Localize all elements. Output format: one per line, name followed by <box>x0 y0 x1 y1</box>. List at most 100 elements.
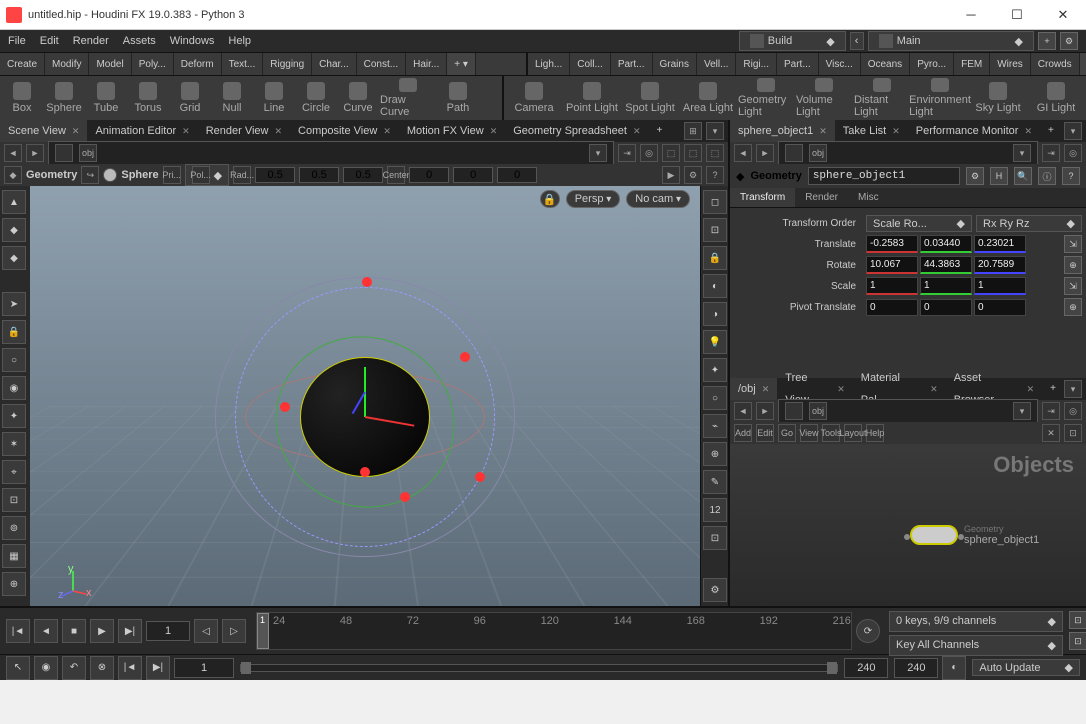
net-menu-edit[interactable]: Edit <box>756 424 774 442</box>
shelf-tool[interactable]: Path <box>438 78 478 118</box>
menu-assets[interactable]: Assets <box>123 35 156 47</box>
shelf-tab[interactable]: Create <box>0 53 45 75</box>
display-opt-icon[interactable]: ○ <box>703 386 727 410</box>
tab-animation-editor[interactable]: Animation Editor✕ <box>87 120 197 142</box>
sz-field[interactable] <box>974 277 1026 295</box>
pane-menu-icon[interactable]: ▾ <box>706 122 724 140</box>
menu-windows[interactable]: Windows <box>170 35 215 47</box>
shelf-tool[interactable]: Torus <box>128 78 168 118</box>
net-menu-view[interactable]: View <box>800 424 818 442</box>
tab-add[interactable]: + <box>1042 378 1064 400</box>
close-button[interactable]: ✕ <box>1040 0 1086 30</box>
ty-field[interactable] <box>920 235 972 253</box>
shelf-tool[interactable]: Area Light <box>680 78 736 118</box>
shelf-tool[interactable]: Draw Curve <box>380 78 436 118</box>
target-icon[interactable]: ◎ <box>1064 402 1082 420</box>
pz-field[interactable] <box>974 299 1026 316</box>
range-start-field[interactable] <box>174 658 234 678</box>
sx-field[interactable] <box>866 277 918 295</box>
gear-icon[interactable]: ⚙ <box>966 167 984 185</box>
display-opt-icon[interactable]: ✦ <box>703 358 727 382</box>
tz-field[interactable] <box>974 235 1026 253</box>
parm-extra-icon[interactable]: ⇲ <box>1064 235 1082 253</box>
center-z[interactable] <box>497 167 537 183</box>
desktop-left[interactable]: Build◆ <box>739 31 846 51</box>
handle-icon[interactable]: ◆ <box>2 246 26 270</box>
timeline-ruler[interactable]: 1 24487296120144168192216 <box>256 612 852 650</box>
parm-extra-icon[interactable]: ⊕ <box>1064 256 1082 274</box>
viewer-path[interactable]: obj▾ <box>48 141 614 165</box>
parm-extra-icon[interactable]: ⇲ <box>1064 277 1082 295</box>
display-opt-icon[interactable]: ◻ <box>703 190 727 214</box>
parm-folder-render[interactable]: Render <box>795 188 848 207</box>
tab-motionfx-view[interactable]: Motion FX View✕ <box>399 120 505 142</box>
update-indicator-icon[interactable]: ◐ <box>942 656 966 680</box>
shelf-tool[interactable]: Curve <box>338 78 378 118</box>
search-icon[interactable]: 🔍 <box>1014 167 1032 185</box>
maximize-button[interactable]: ☐ <box>994 0 1040 30</box>
pane-split-icon[interactable]: ⊞ <box>684 122 702 140</box>
help-icon[interactable]: ? <box>706 166 724 184</box>
minimize-button[interactable]: ─ <box>948 0 994 30</box>
net-menu-go[interactable]: Go <box>778 424 796 442</box>
center-x[interactable] <box>409 167 449 183</box>
menu-render[interactable]: Render <box>73 35 109 47</box>
first-frame-button[interactable]: |◄ <box>6 619 30 643</box>
rx-field[interactable] <box>866 256 918 274</box>
tab-network[interactable]: /obj✕ <box>730 378 777 400</box>
target-icon[interactable]: ◎ <box>640 144 658 162</box>
nav-back-icon[interactable]: ◄ <box>4 144 22 162</box>
pane-menu-icon[interactable]: ▾ <box>1064 122 1082 140</box>
extra-icon[interactable]: ⬚ <box>706 144 724 162</box>
shelf-tool[interactable]: Sphere <box>44 78 84 118</box>
nav-back-icon[interactable]: ◄ <box>734 402 752 420</box>
viewport-canvas[interactable]: 🔒 Persp ▾ No cam ▾ <box>30 186 700 606</box>
shelf-tab[interactable]: Grains <box>653 53 697 75</box>
play-icon[interactable]: ▶ <box>662 166 680 184</box>
gizmo-handle[interactable] <box>475 472 485 482</box>
update-mode-menu[interactable]: Auto Update◆ <box>972 659 1080 676</box>
range-slider[interactable] <box>240 664 838 672</box>
gizmo-handle[interactable] <box>362 277 372 287</box>
range-end-handle[interactable] <box>827 662 837 674</box>
tx-field[interactable] <box>866 235 918 253</box>
shelf-tab[interactable]: Modify <box>45 53 89 75</box>
primtype-menu[interactable]: Pol...◆ <box>185 164 229 186</box>
shelf-tool[interactable]: Distant Light <box>854 78 910 118</box>
shelf-tab[interactable]: Part... <box>611 53 653 75</box>
shelf-tab[interactable]: Visc... <box>819 53 861 75</box>
tab-add[interactable]: + <box>649 120 671 142</box>
nav-fwd-icon[interactable]: ► <box>756 402 774 420</box>
tl-opt-icon[interactable]: ⊡ <box>1069 611 1086 629</box>
scope-icon[interactable]: ⊗ <box>90 656 114 680</box>
shelf-tool[interactable]: Geometry Light <box>738 78 794 118</box>
tab-parm[interactable]: sphere_object1✕ <box>730 120 835 142</box>
rot-order-menu[interactable]: Rx Ry Rz◆ <box>976 215 1082 232</box>
bulb-icon[interactable]: 💡 <box>703 330 727 354</box>
scope-icon[interactable]: ↶ <box>62 656 86 680</box>
parm-extra-icon[interactable]: ⊕ <box>1064 298 1082 316</box>
nav-back-icon[interactable]: ◄ <box>734 144 752 162</box>
desk-chevron[interactable]: ‹ <box>850 32 864 50</box>
shelf-tool[interactable]: Volume Light <box>796 78 852 118</box>
rad-x[interactable] <box>255 167 295 183</box>
shelf-tool[interactable]: Box <box>2 78 42 118</box>
shelf-tool[interactable]: Null <box>212 78 252 118</box>
step-fwd-button[interactable]: ▷ <box>222 619 246 643</box>
select-arrow-icon[interactable]: ➤ <box>2 292 26 316</box>
scope-icon[interactable]: ◉ <box>34 656 58 680</box>
shelf-tool[interactable]: Spot Light <box>622 78 678 118</box>
desktop-right[interactable]: Main◆ <box>868 31 1034 51</box>
lock-icon[interactable]: 🔒 <box>2 320 26 344</box>
gear-icon[interactable]: ⚙ <box>703 578 727 602</box>
net-path[interactable]: obj▾ <box>778 399 1038 423</box>
display-opt-icon[interactable]: ⌁ <box>703 414 727 438</box>
xform-order-menu[interactable]: Scale Ro...◆ <box>866 215 972 232</box>
scope-next-icon[interactable]: ▶| <box>146 656 170 680</box>
nav-fwd-icon[interactable]: ► <box>26 144 44 162</box>
network-canvas[interactable]: Objects Geometry sphere_object1 <box>730 444 1086 606</box>
tool-icon[interactable]: ⊚ <box>2 516 26 540</box>
range-end-field[interactable] <box>844 658 888 678</box>
menu-edit[interactable]: Edit <box>40 35 59 47</box>
parm-path[interactable]: obj▾ <box>778 141 1038 165</box>
